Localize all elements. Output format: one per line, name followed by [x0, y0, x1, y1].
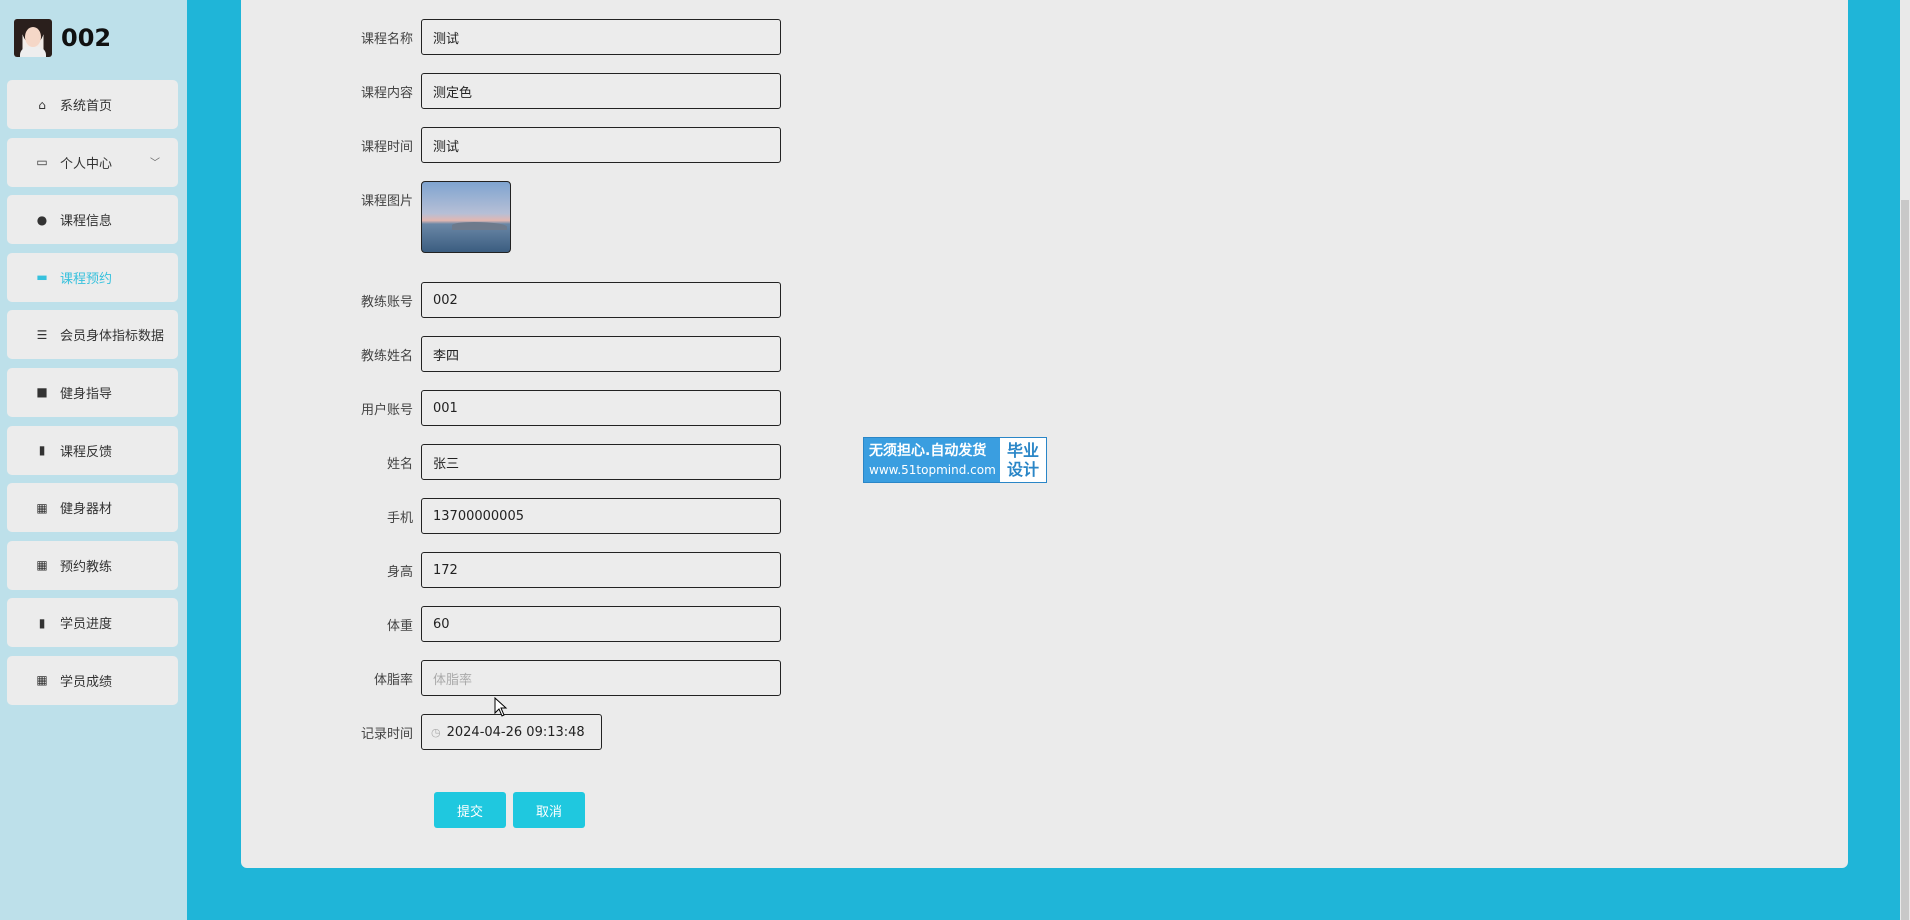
sidebar-item-home[interactable]: ⌂ 系统首页: [7, 80, 178, 129]
sidebar-item-body-metrics[interactable]: ☰ 会员身体指标数据: [7, 310, 178, 360]
sidebar-item-student-scores[interactable]: ▦ 学员成绩: [7, 655, 178, 705]
sidebar-item-label: 系统首页: [60, 99, 113, 114]
course-image-thumbnail[interactable]: [421, 181, 511, 253]
sidebar: 002 ⌂ 系统首页 ▭ 个人中心 ﹀ ● 课程信息 ▬ 课程预约 ☰ 会员身体…: [0, 0, 187, 920]
coach-name-input[interactable]: 李四: [421, 336, 781, 372]
field-label: 手机: [386, 510, 413, 526]
form-row-course-image: 课程图片: [241, 181, 511, 253]
phone-input[interactable]: 13700000005: [421, 498, 781, 534]
form-row-coach-account: 教练账号 002: [241, 282, 781, 318]
sidebar-item-label: 课程反馈: [60, 444, 113, 460]
form-row-course-content: 课程内容 测定色: [241, 73, 781, 109]
body-fat-input[interactable]: 体脂率: [421, 660, 781, 696]
sidebar-item-student-progress[interactable]: ▮ 学员进度: [7, 598, 178, 648]
badge-line2: www.51topmind.com: [869, 463, 996, 477]
field-label: 课程名称: [360, 31, 413, 47]
name-input[interactable]: 张三: [421, 444, 781, 480]
chevron-down-icon: ﹀: [150, 157, 160, 169]
form-row-name: 姓名 张三: [241, 444, 781, 480]
grid-icon: ▦: [36, 500, 48, 515]
form-row-height: 身高 172: [241, 552, 781, 588]
sidebar-item-fitness-guide[interactable]: ■ 健身指导: [7, 367, 178, 417]
sidebar-item-course-info[interactable]: ● 课程信息: [7, 195, 178, 245]
clipboard-icon: ▮: [38, 443, 46, 458]
clock-icon: ◷: [431, 725, 441, 739]
watermark-badge: 无须担心.自动发货 www.51topmind.com 毕业 设计: [863, 437, 1047, 483]
field-label: 记录时间: [360, 726, 413, 742]
submit-button[interactable]: 提交: [434, 792, 506, 828]
grid-icon: ▦: [36, 673, 48, 688]
form-row-record-time: 记录时间 ◷ 2024-04-26 09:13:48: [241, 714, 602, 750]
clipboard-icon: ▮: [38, 615, 46, 630]
username: 002: [61, 24, 112, 52]
field-label: 教练账号: [360, 294, 413, 310]
form-row-weight: 体重 60: [241, 606, 781, 642]
sidebar-item-course-feedback[interactable]: ▮ 课程反馈: [7, 425, 178, 475]
avatar[interactable]: [14, 19, 52, 57]
course-name-input[interactable]: 测试: [421, 19, 781, 55]
sidebar-item-label: 健身指导: [60, 386, 113, 402]
field-label: 课程内容: [360, 85, 413, 101]
badge-right1: 毕业: [1006, 441, 1039, 460]
sidebar-item-label: 健身器材: [60, 502, 113, 518]
form-row-coach-name: 教练姓名 李四: [241, 336, 781, 372]
sidebar-item-label: 个人中心: [60, 156, 113, 172]
form-row-phone: 手机 13700000005: [241, 498, 781, 534]
course-time-input[interactable]: 测试: [421, 127, 781, 163]
wallet-filled-icon: ■: [36, 385, 48, 400]
field-label: 教练姓名: [360, 348, 413, 364]
sidebar-item-course-booking[interactable]: ▬ 课程预约: [7, 252, 178, 302]
mouse-cursor-icon: [494, 697, 508, 717]
cancel-button[interactable]: 取消: [513, 792, 585, 828]
coach-account-input[interactable]: 002: [421, 282, 781, 318]
weight-input[interactable]: 60: [421, 606, 781, 642]
sidebar-item-label: 课程预约: [60, 271, 113, 287]
form-row-course-time: 课程时间 测试: [241, 127, 781, 163]
field-label: 用户账号: [360, 402, 413, 418]
field-label: 课程时间: [360, 139, 413, 155]
field-label: 体脂率: [373, 672, 413, 688]
location-icon: ●: [36, 212, 48, 227]
sidebar-item-label: 课程信息: [60, 214, 113, 230]
sidebar-item-equipment[interactable]: ▦ 健身器材: [7, 483, 178, 533]
user-account-input[interactable]: 001: [421, 390, 781, 426]
field-label: 课程图片: [360, 194, 413, 209]
form-panel: 课程名称 测试 课程内容 测定色 课程时间 测试 课程图片 教练账号 002 教…: [241, 0, 1848, 868]
field-label: 身高: [386, 564, 413, 580]
record-time-value: 2024-04-26 09:13:48: [446, 724, 585, 740]
briefcase-icon: ▬: [36, 270, 48, 285]
sidebar-item-personal-center[interactable]: ▭ 个人中心 ﹀: [7, 137, 178, 187]
form-row-user-account: 用户账号 001: [241, 390, 781, 426]
sidebar-item-book-coach[interactable]: ▦ 预约教练: [7, 540, 178, 590]
grid-icon: ▦: [36, 558, 48, 573]
list-icon: ☰: [36, 327, 48, 342]
field-label: 姓名: [386, 456, 413, 472]
sidebar-item-label: 会员身体指标数据: [60, 329, 165, 345]
badge-line1: 无须担心.自动发货: [869, 443, 987, 459]
field-label: 体重: [386, 618, 413, 634]
sidebar-item-label: 预约教练: [60, 559, 113, 575]
sidebar-item-label: 学员进度: [60, 617, 113, 633]
course-content-input[interactable]: 测定色: [421, 73, 781, 109]
user-header: 002: [14, 18, 111, 58]
form-row-course-name: 课程名称 测试: [241, 19, 781, 55]
home-icon: ⌂: [38, 97, 46, 112]
scrollbar[interactable]: [1900, 0, 1910, 920]
sidebar-item-label: 学员成绩: [60, 674, 113, 690]
scrollbar-thumb[interactable]: [1901, 200, 1909, 920]
badge-right2: 设计: [1006, 460, 1039, 479]
sidebar-menu: ⌂ 系统首页 ▭ 个人中心 ﹀ ● 课程信息 ▬ 课程预约 ☰ 会员身体指标数据…: [7, 80, 178, 714]
form-row-body-fat: 体脂率 体脂率: [241, 660, 781, 696]
wallet-icon: ▭: [36, 155, 48, 170]
record-time-picker[interactable]: ◷ 2024-04-26 09:13:48: [421, 714, 602, 750]
height-input[interactable]: 172: [421, 552, 781, 588]
